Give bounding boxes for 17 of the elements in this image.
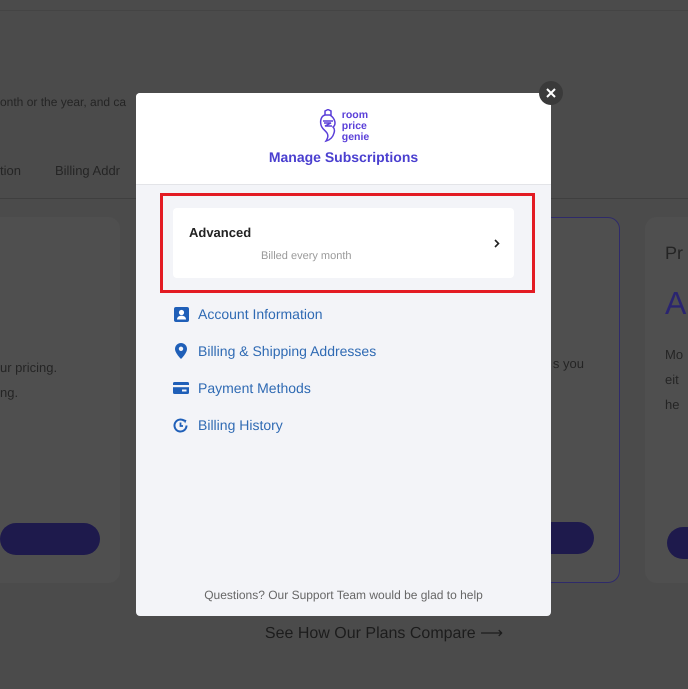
genie-logo-icon xyxy=(318,109,338,143)
support-text: Questions? Our Support Team would be glad to help xyxy=(203,588,484,602)
history-icon xyxy=(173,418,189,432)
person-icon xyxy=(174,306,188,322)
menu-link[interactable]: Account Information xyxy=(198,306,323,322)
close-icon xyxy=(546,88,556,98)
logo-text: room price genie xyxy=(342,110,370,142)
close-button[interactable] xyxy=(539,81,563,105)
dialog-title: Manage Subscriptions xyxy=(268,149,418,165)
menu-link[interactable]: Payment Methods xyxy=(198,380,311,396)
menu-link[interactable]: Billing & Shipping Addresses xyxy=(198,343,376,359)
credit-card-icon xyxy=(173,382,189,394)
card-button[interactable] xyxy=(0,523,100,555)
chevron-icon xyxy=(494,238,500,248)
menu-link[interactable]: Billing History xyxy=(198,417,283,433)
map-pin-icon xyxy=(175,343,187,359)
plan-button[interactable]: Advanced Billed every month xyxy=(173,208,514,278)
